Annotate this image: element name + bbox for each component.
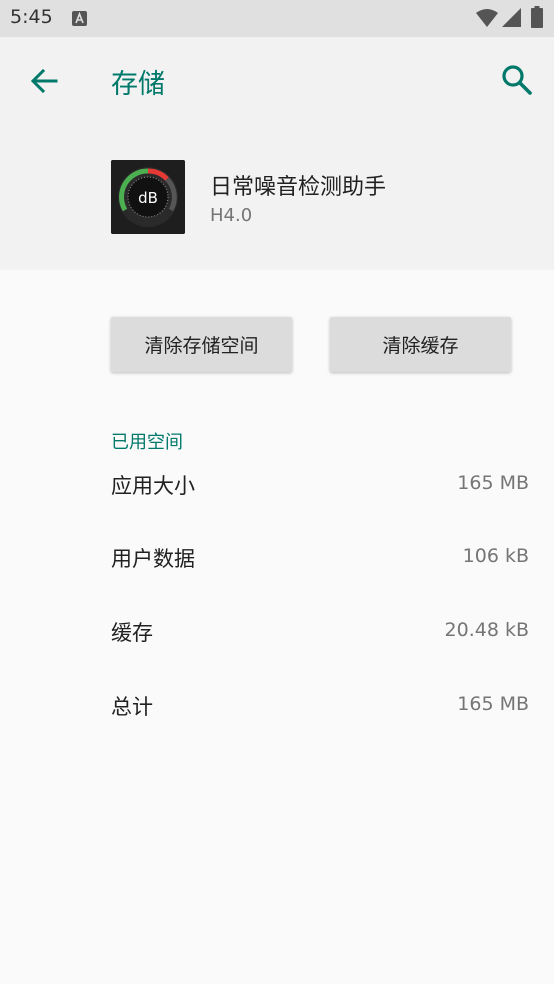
row-label: 应用大小	[111, 474, 195, 498]
battery-icon	[531, 6, 543, 28]
row-value: 165 MB	[457, 693, 529, 715]
back-arrow-icon[interactable]	[28, 65, 60, 97]
row-label: 总计	[111, 695, 153, 719]
clear-storage-button[interactable]: 清除存储空间	[111, 317, 292, 372]
app-bar: 存储	[0, 37, 554, 125]
wifi-icon	[476, 9, 498, 27]
search-icon[interactable]	[500, 63, 534, 97]
app-header: dB 日常噪音检测助手 H4.0	[0, 125, 554, 270]
app-name: 日常噪音检测助手	[210, 175, 387, 200]
app-version: H4.0	[210, 205, 253, 226]
status-time: 5:45	[10, 6, 53, 28]
status-bar: 5:45	[0, 0, 554, 37]
storage-row-cache: 缓存 20.48 kB	[111, 617, 529, 657]
app-icon-text: dB	[138, 189, 158, 207]
storage-row-app-size: 应用大小 165 MB	[111, 470, 529, 510]
row-value: 20.48 kB	[444, 619, 529, 641]
row-label: 用户数据	[111, 547, 195, 571]
signal-icon	[502, 8, 521, 27]
clear-cache-button[interactable]: 清除缓存	[330, 317, 511, 372]
storage-row-total: 总计 165 MB	[111, 691, 529, 731]
used-space-section-header: 已用空间	[111, 432, 183, 453]
a-notification-icon	[72, 11, 87, 26]
row-value: 165 MB	[457, 472, 529, 494]
row-label: 缓存	[111, 621, 153, 645]
app-icon: dB	[111, 160, 185, 234]
page-title: 存储	[111, 69, 165, 100]
storage-row-user-data: 用户数据 106 kB	[111, 543, 529, 583]
row-value: 106 kB	[462, 545, 529, 567]
